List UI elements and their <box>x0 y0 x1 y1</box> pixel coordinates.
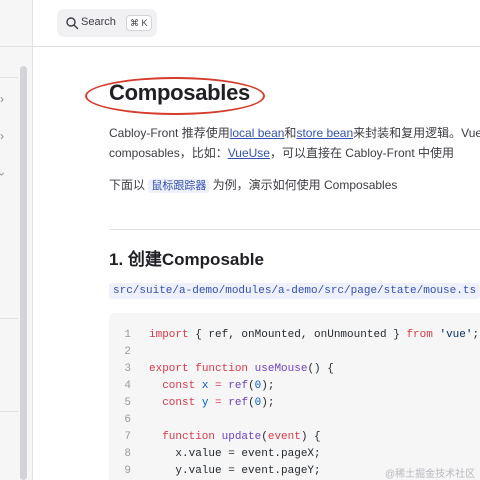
code-token: const <box>162 397 196 409</box>
sidebar-scrollbar[interactable] <box>20 66 27 480</box>
mouse-tracker-tag[interactable]: 鼠标跟踪器 <box>148 179 210 193</box>
intro-line-1: Cabloy-Front 推荐使用local bean和store bean来封… <box>109 124 480 141</box>
local-bean-link[interactable]: local bean <box>230 126 285 140</box>
code-token: x.value = event.pageX; <box>149 448 321 460</box>
code-token: ( <box>248 380 255 392</box>
highlight-circle <box>85 77 265 115</box>
example-text: 下面以 <box>109 178 149 192</box>
code-token: ); <box>261 397 275 409</box>
code-token: ref <box>228 397 249 409</box>
code-line: y.value = event.pageY; <box>149 465 321 477</box>
code-token: import <box>149 329 189 341</box>
intro-text: 和 <box>284 126 297 140</box>
code-line-number: 1 <box>124 329 131 341</box>
code-line-number: 7 <box>124 431 131 443</box>
sidebar-divider <box>0 77 18 78</box>
intro-text: composables，比如： <box>109 146 228 160</box>
code-token: function <box>195 363 249 375</box>
intro-text: 来封装和复用逻辑。Vue <box>353 126 480 140</box>
sidebar-header <box>0 0 32 47</box>
code-token: ); <box>261 380 275 392</box>
code-token: event <box>267 431 301 443</box>
code-line: const x = ref(0); <box>149 380 274 392</box>
code-token: useMouse <box>254 363 308 375</box>
code-line: const y = ref(0); <box>149 397 274 409</box>
code-token: = <box>208 380 229 392</box>
chevron-down-icon[interactable]: › <box>0 172 9 176</box>
code-token: ( <box>248 397 255 409</box>
code-line: import { ref, onMounted, onUnmounted } f… <box>149 329 479 341</box>
code-token: 'vue' <box>439 329 473 341</box>
code-token: ( <box>261 431 268 443</box>
code-line-number: 2 <box>124 346 131 358</box>
code-line-number: 5 <box>124 397 131 409</box>
intro-text: ，可以直接在 Cabloy-Front 中使用 <box>269 146 454 160</box>
search-label: Search <box>81 16 116 28</box>
sidebar-divider <box>0 318 18 319</box>
code-line: export function useMouse() { <box>149 363 334 375</box>
code-line-number: 3 <box>124 363 131 375</box>
intro-line-2: composables，比如：VueUse，可以直接在 Cabloy-Front… <box>109 144 454 161</box>
code-token: function <box>162 431 216 443</box>
code-line: function update(event) { <box>149 431 321 443</box>
code-token: y.value = event.pageY; <box>149 465 321 477</box>
code-token: ; <box>472 329 480 341</box>
search-icon <box>66 17 79 30</box>
code-token: export <box>149 363 189 375</box>
search-shortcut: ⌘ K <box>126 15 152 31</box>
code-token: from <box>406 329 433 341</box>
section-divider <box>109 229 480 230</box>
code-token: () { <box>307 363 334 375</box>
sidebar: › › › <box>0 0 33 480</box>
code-token: ) { <box>300 431 321 443</box>
code-block: 1 import { ref, onMounted, onUnmounted } … <box>109 313 480 480</box>
code-line: x.value = event.pageX; <box>149 448 321 460</box>
search-button[interactable]: Search ⌘ K <box>57 9 157 37</box>
code-token: = <box>208 397 229 409</box>
code-line-number: 8 <box>124 448 131 460</box>
vueuse-link[interactable]: VueUse <box>228 146 270 160</box>
example-text: 为例，演示如何使用 Composables <box>209 178 398 192</box>
chevron-right-icon[interactable]: › <box>0 130 4 142</box>
code-token: update <box>221 431 262 443</box>
file-path: src/suite/a-demo/modules/a-demo/src/page… <box>109 283 480 299</box>
watermark: @稀土掘金技术社区 <box>385 469 476 480</box>
section-heading: 1. 创建Composable <box>109 250 264 269</box>
code-line-number: 9 <box>124 465 131 477</box>
chevron-right-icon[interactable]: › <box>0 93 4 105</box>
sidebar-divider <box>0 411 18 412</box>
code-line-number: 4 <box>124 380 131 392</box>
example-line: 下面以 鼠标跟踪器 为例，演示如何使用 Composables <box>109 176 397 193</box>
code-token: { ref, onMounted, onUnmounted } <box>188 329 407 341</box>
code-token: ref <box>228 380 249 392</box>
code-line-number: 6 <box>124 414 131 426</box>
intro-text: Cabloy-Front 推荐使用 <box>109 126 230 140</box>
code-token: const <box>162 380 196 392</box>
store-bean-link[interactable]: store bean <box>296 126 353 140</box>
